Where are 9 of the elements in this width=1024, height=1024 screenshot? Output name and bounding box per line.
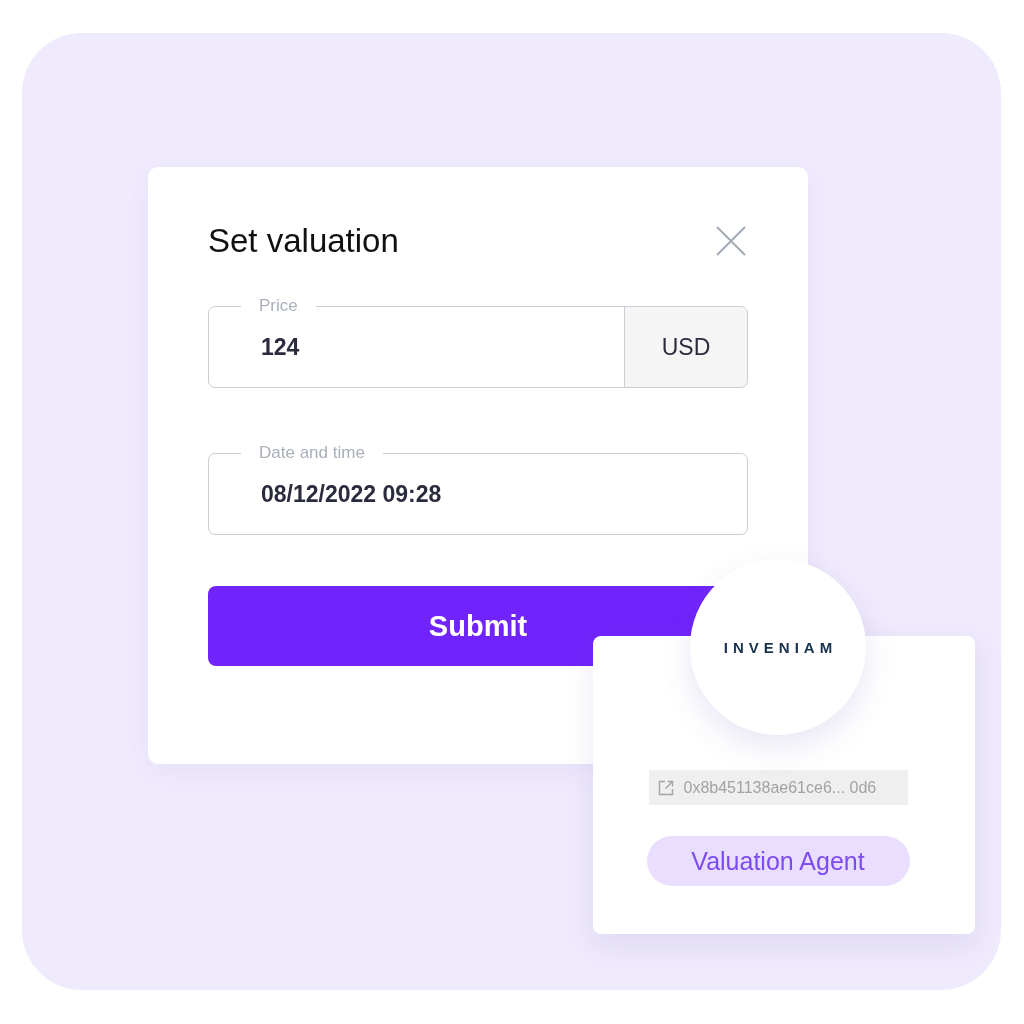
field-label: Price <box>259 296 298 315</box>
external-link-icon <box>657 779 674 796</box>
role-badge: Valuation Agent <box>646 836 910 886</box>
input-field[interactable]: Price 124 USD <box>208 296 748 388</box>
currency-unit: USD <box>624 307 747 387</box>
field-label: Date and time <box>259 443 365 462</box>
input-field[interactable]: Date and time 08/12/2022 09:28 <box>208 443 748 535</box>
dialog-title: Set valuation <box>208 221 399 261</box>
close-icon[interactable] <box>716 226 746 256</box>
